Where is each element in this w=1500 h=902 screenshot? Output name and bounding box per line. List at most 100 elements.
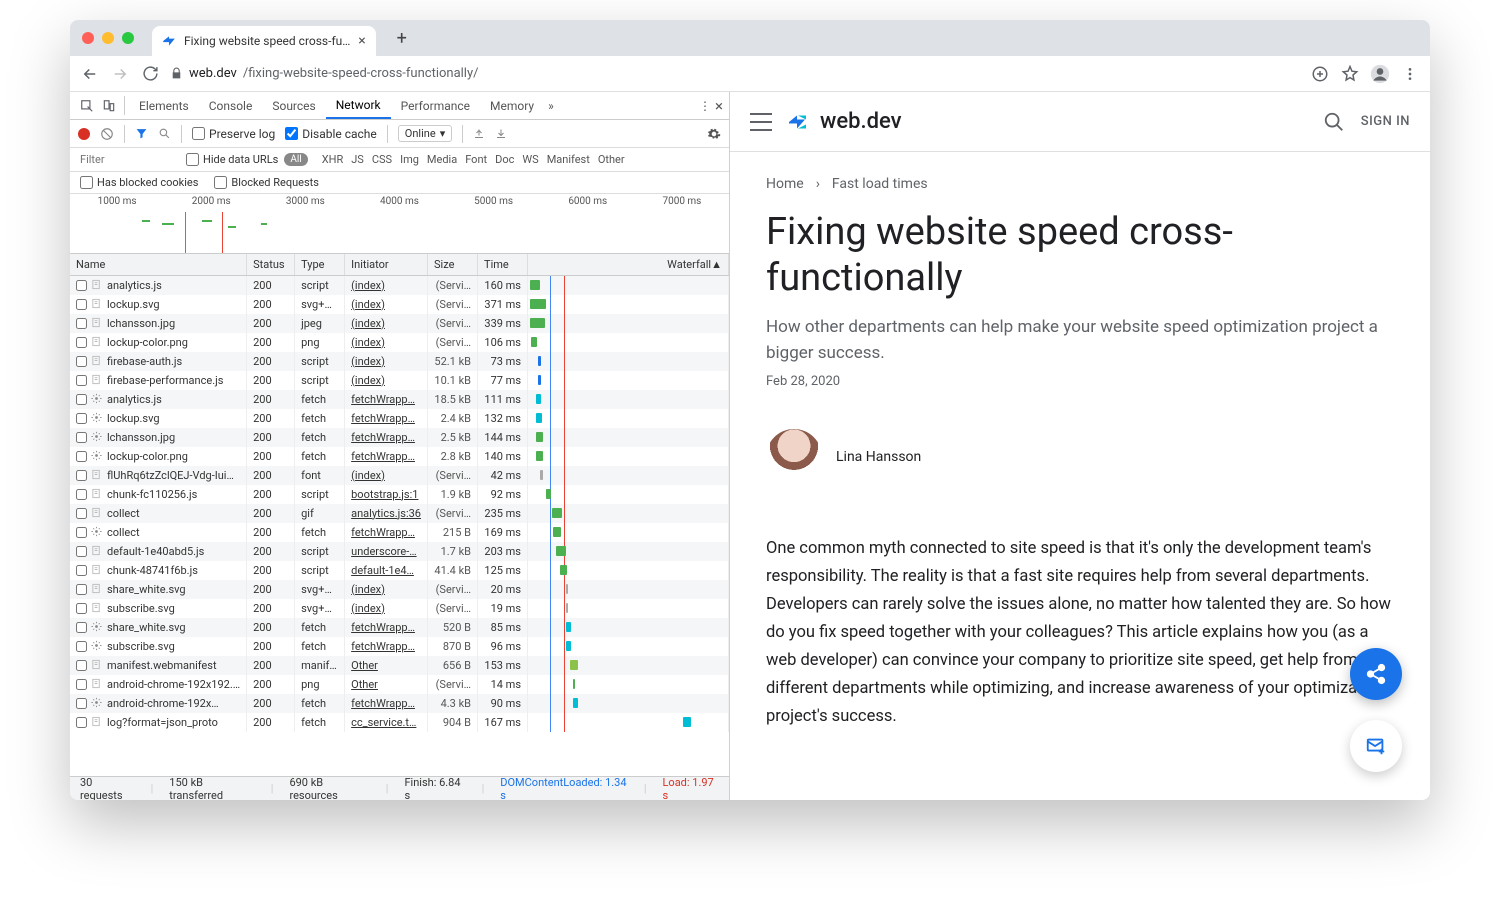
- filter-type-css[interactable]: CSS: [372, 153, 392, 166]
- import-har-icon[interactable]: [473, 128, 485, 140]
- page-content: web.dev SIGN IN Home › Fast load times F…: [730, 92, 1430, 800]
- devtools-tab-sources[interactable]: Sources: [262, 92, 325, 119]
- table-row[interactable]: collect200fetchfetchWrapp…215 B169 ms: [70, 523, 729, 542]
- table-row[interactable]: lockup.svg200svg+…(index)(Servi…371 ms: [70, 295, 729, 314]
- table-row[interactable]: analytics.js200script(index)(Servi…160 m…: [70, 276, 729, 295]
- filter-type-other[interactable]: Other: [598, 153, 625, 166]
- filter-type-manifest[interactable]: Manifest: [547, 153, 590, 166]
- filter-type-js[interactable]: JS: [351, 153, 364, 166]
- site-logo[interactable]: web.dev: [788, 109, 902, 134]
- table-row[interactable]: lockup-color.png200fetchfetchWrapp…2.8 k…: [70, 447, 729, 466]
- disable-cache-checkbox[interactable]: Disable cache: [285, 127, 377, 141]
- devtools-tab-network[interactable]: Network: [326, 92, 391, 119]
- devtools-tab-console[interactable]: Console: [199, 92, 263, 119]
- file-icon: [91, 412, 103, 424]
- devtools-dock-icon[interactable]: ⋮: [699, 99, 711, 113]
- column-type[interactable]: Type: [295, 254, 345, 276]
- filter-type-ws[interactable]: WS: [522, 153, 538, 166]
- address-bar[interactable]: web.dev/fixing-website-speed-cross-funct…: [170, 66, 1300, 81]
- column-name[interactable]: Name: [70, 254, 247, 276]
- devtools-close-icon[interactable]: ×: [715, 97, 723, 115]
- profile-button[interactable]: [1370, 64, 1390, 84]
- file-icon: [91, 507, 103, 519]
- close-window-button[interactable]: [82, 32, 94, 44]
- search-icon[interactable]: [1323, 111, 1345, 133]
- table-row[interactable]: android-chrome-192x…200fetchfetchWrapp…4…: [70, 694, 729, 713]
- column-initiator[interactable]: Initiator: [345, 254, 428, 276]
- table-row[interactable]: share_white.svg200svg+…(index)(Servi…20 …: [70, 580, 729, 599]
- network-settings-icon[interactable]: [707, 127, 721, 141]
- network-table: NameStatusTypeInitiatorSizeTimeWaterfall…: [70, 254, 729, 776]
- table-row[interactable]: collect200gifanalytics.js:36(Servi…235 m…: [70, 504, 729, 523]
- table-row[interactable]: share_white.svg200fetchfetchWrapp…520 B8…: [70, 618, 729, 637]
- filter-icon[interactable]: [135, 127, 148, 140]
- breadcrumb-home[interactable]: Home: [766, 176, 804, 192]
- signin-link[interactable]: SIGN IN: [1361, 114, 1410, 129]
- record-button[interactable]: [78, 128, 90, 140]
- column-waterfall[interactable]: Waterfall ▲: [528, 254, 729, 276]
- table-row[interactable]: lchansson.jpg200fetchfetchWrapp…2.5 kB14…: [70, 428, 729, 447]
- devtools-tab-memory[interactable]: Memory: [480, 92, 544, 119]
- table-row[interactable]: default-1e40abd5.js200scriptunderscore-……: [70, 542, 729, 561]
- back-button[interactable]: [80, 64, 100, 84]
- breadcrumb-category[interactable]: Fast load times: [832, 176, 928, 192]
- author-name[interactable]: Lina Hansson: [836, 449, 921, 465]
- timeline-overview[interactable]: 1000 ms2000 ms3000 ms4000 ms5000 ms6000 …: [70, 194, 729, 254]
- close-tab-icon[interactable]: ×: [358, 33, 365, 49]
- has-blocked-cookies-checkbox[interactable]: Has blocked cookies: [80, 176, 198, 189]
- filter-all-button[interactable]: All: [284, 153, 307, 166]
- table-row[interactable]: lockup.svg200fetchfetchWrapp…2.4 kB132 m…: [70, 409, 729, 428]
- table-row[interactable]: lockup-color.png200png(index)(Servi…106 …: [70, 333, 729, 352]
- maximize-window-button[interactable]: [122, 32, 134, 44]
- filter-type-doc[interactable]: Doc: [495, 153, 514, 166]
- publish-date: Feb 28, 2020: [766, 374, 1394, 389]
- table-row[interactable]: analytics.js200fetchfetchWrapp…18.5 kB11…: [70, 390, 729, 409]
- table-row[interactable]: firebase-auth.js200script(index)52.1 kB7…: [70, 352, 729, 371]
- column-size[interactable]: Size: [428, 254, 478, 276]
- share-button[interactable]: [1350, 648, 1402, 700]
- filter-type-media[interactable]: Media: [427, 153, 457, 166]
- inspect-element-icon[interactable]: [76, 92, 98, 119]
- install-button[interactable]: [1310, 64, 1330, 84]
- filter-type-img[interactable]: Img: [400, 153, 419, 166]
- throttle-select[interactable]: Online▾: [398, 125, 452, 142]
- column-status[interactable]: Status: [247, 254, 295, 276]
- hamburger-icon[interactable]: [750, 113, 772, 131]
- logo-text: web.dev: [820, 109, 902, 134]
- forward-button[interactable]: [110, 64, 130, 84]
- device-toolbar-icon[interactable]: [98, 92, 120, 119]
- subscribe-button[interactable]: [1350, 720, 1402, 772]
- table-row[interactable]: chunk-48741f6b.js200scriptdefault-1e4…41…: [70, 561, 729, 580]
- table-row[interactable]: flUhRq6tzZclQEJ-Vdg-Iui…200font(index)(S…: [70, 466, 729, 485]
- filter-type-font[interactable]: Font: [465, 153, 487, 166]
- search-icon[interactable]: [158, 127, 171, 140]
- menu-button[interactable]: [1400, 64, 1420, 84]
- browser-tab[interactable]: Fixing website speed cross-fu… ×: [152, 26, 376, 56]
- table-row[interactable]: chunk-fc110256.js200scriptbootstrap.js:1…: [70, 485, 729, 504]
- file-icon: [91, 640, 103, 652]
- file-icon: [91, 469, 103, 481]
- devtools-tab-performance[interactable]: Performance: [391, 92, 480, 119]
- table-row[interactable]: subscribe.svg200svg+…(index)(Servi…19 ms: [70, 599, 729, 618]
- file-icon: [91, 659, 103, 671]
- preserve-log-checkbox[interactable]: Preserve log: [192, 127, 275, 141]
- table-row[interactable]: android-chrome-192x192.…200pngOther(Serv…: [70, 675, 729, 694]
- filter-input[interactable]: [80, 153, 180, 166]
- table-row[interactable]: firebase-performance.js200script(index)1…: [70, 371, 729, 390]
- filter-type-xhr[interactable]: XHR: [322, 153, 344, 166]
- table-row[interactable]: subscribe.svg200fetchfetchWrapp…870 B96 …: [70, 637, 729, 656]
- table-row[interactable]: lchansson.jpg200jpeg(index)(Servi…339 ms: [70, 314, 729, 333]
- clear-button[interactable]: [100, 127, 114, 141]
- bookmark-button[interactable]: [1340, 64, 1360, 84]
- devtools-tab-elements[interactable]: Elements: [129, 92, 199, 119]
- table-row[interactable]: manifest.webmanifest200manif…Other656 B1…: [70, 656, 729, 675]
- export-har-icon[interactable]: [495, 128, 507, 140]
- table-row[interactable]: log?format=json_proto200fetchcc_service.…: [70, 713, 729, 732]
- column-time[interactable]: Time: [478, 254, 528, 276]
- new-tab-button[interactable]: +: [390, 26, 414, 50]
- minimize-window-button[interactable]: [102, 32, 114, 44]
- status-dcl: DOMContentLoaded: 1.34 s: [500, 776, 628, 801]
- blocked-requests-checkbox[interactable]: Blocked Requests: [214, 176, 319, 189]
- reload-button[interactable]: [140, 64, 160, 84]
- hide-data-urls-checkbox[interactable]: Hide data URLs: [186, 153, 278, 166]
